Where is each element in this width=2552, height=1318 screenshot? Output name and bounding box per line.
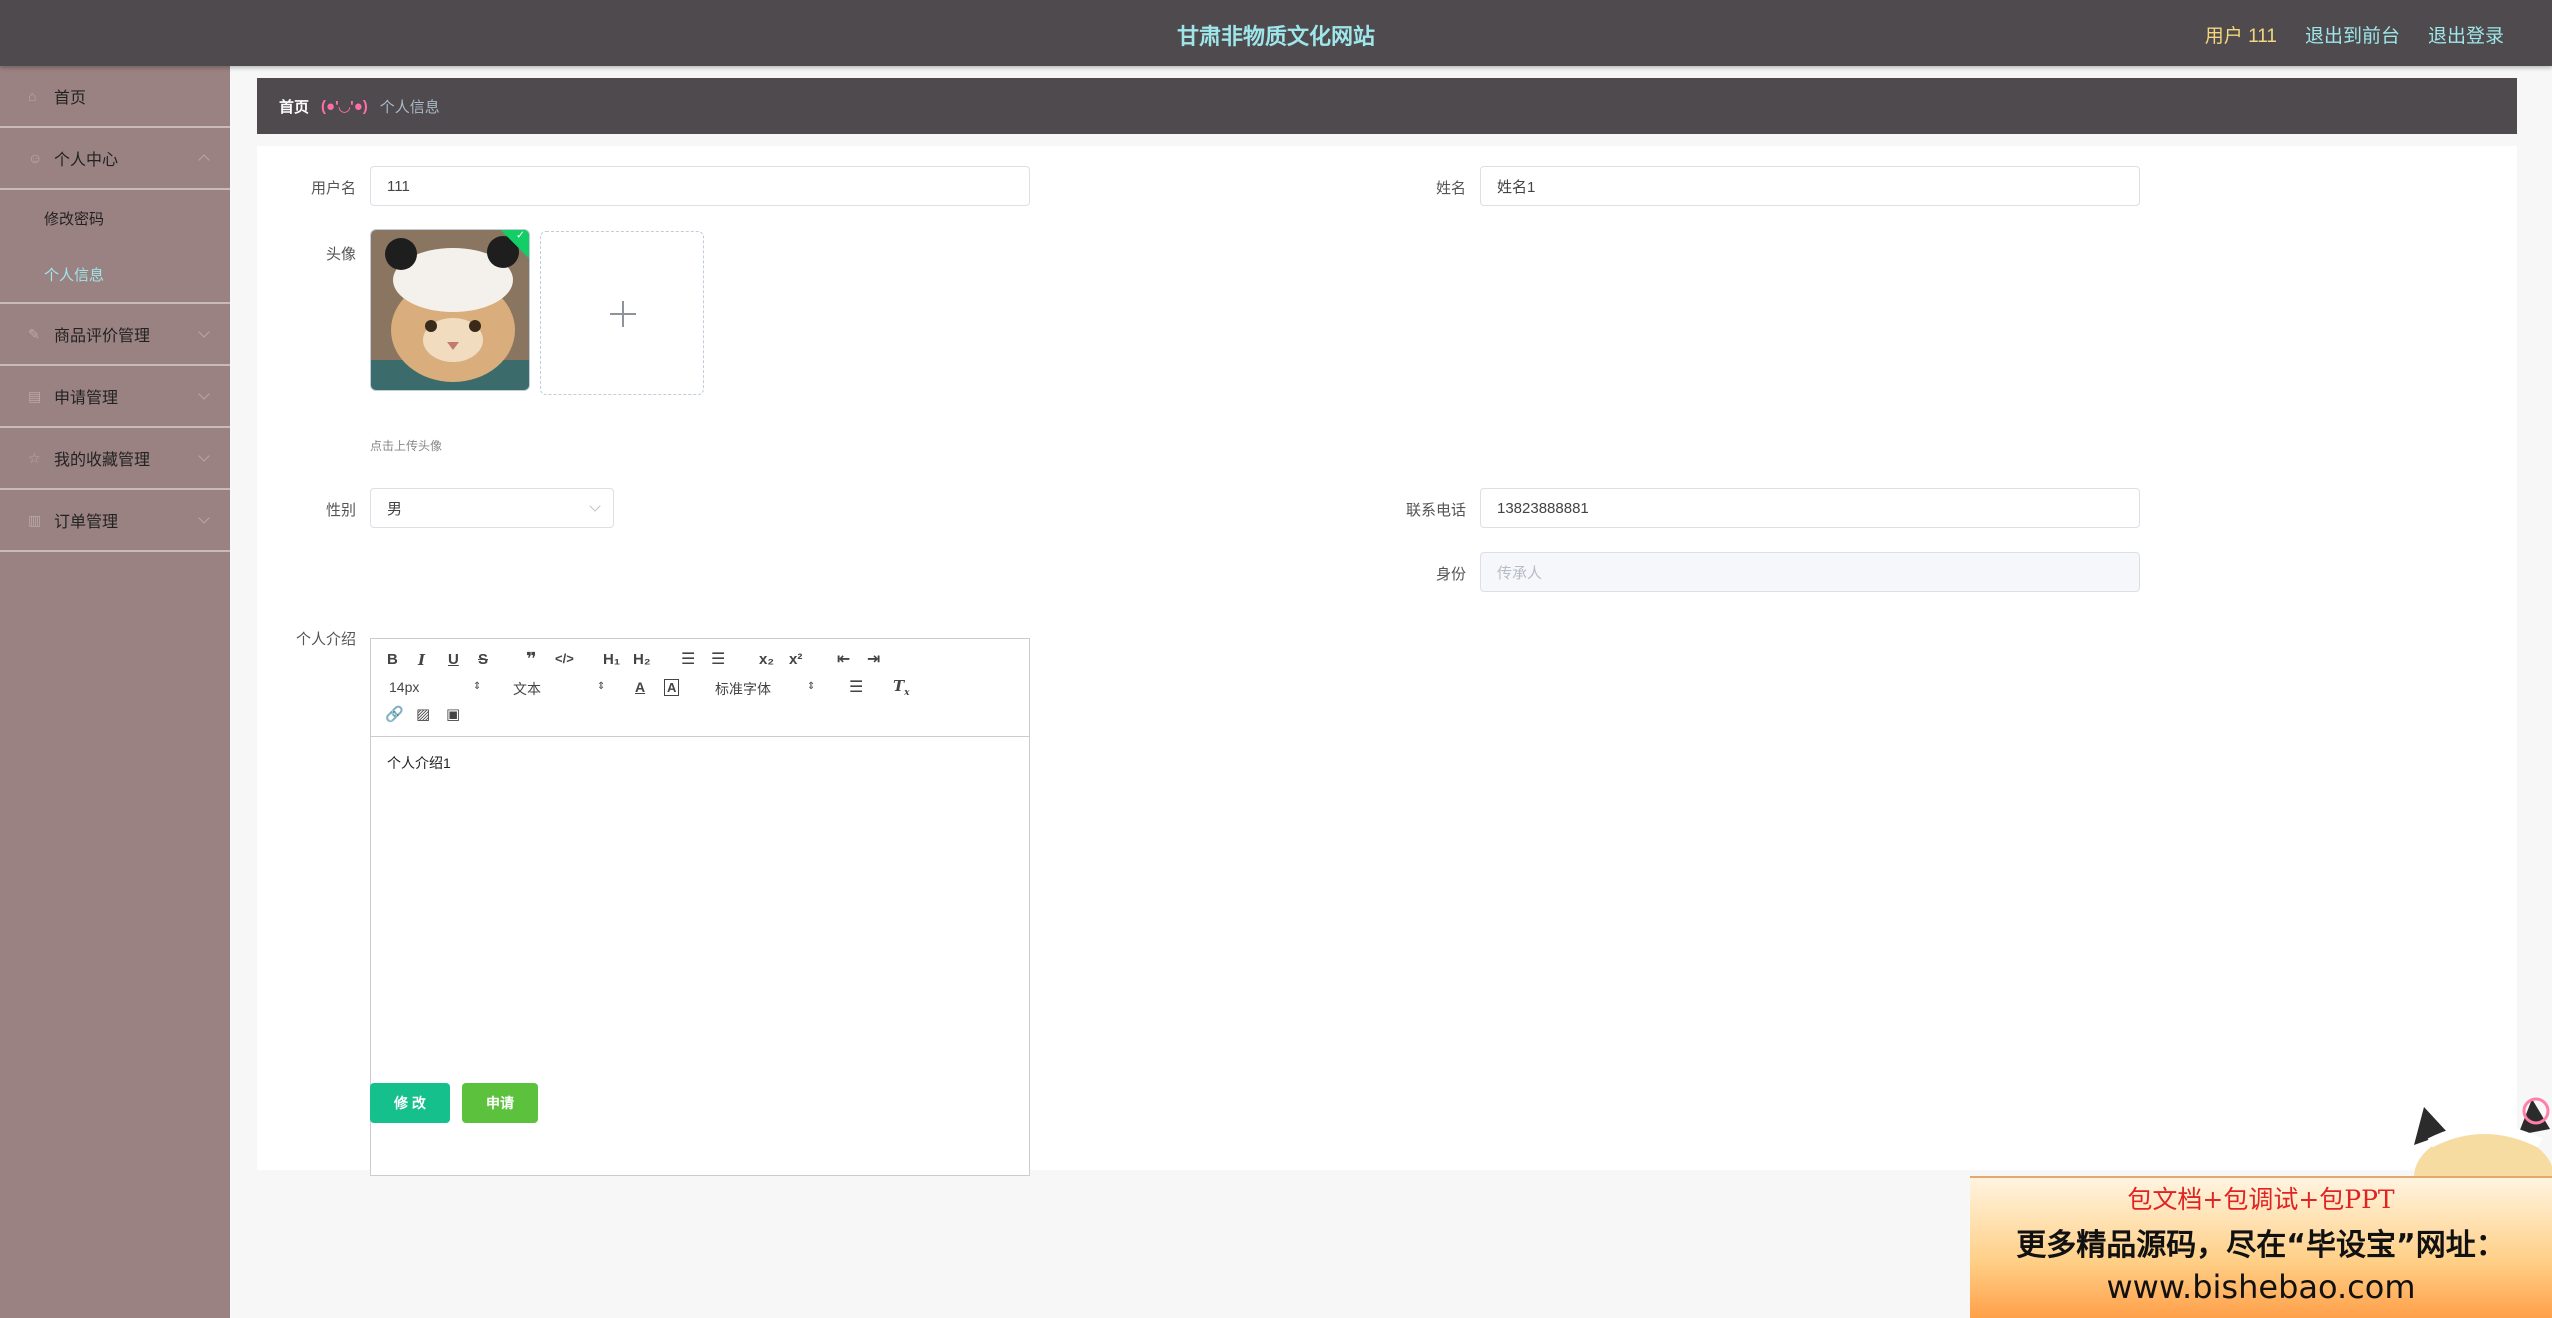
link-icon[interactable]: 🔗 xyxy=(385,705,404,723)
avatar-label: 头像 xyxy=(325,246,356,263)
heading2-button[interactable]: H₂ xyxy=(633,651,651,668)
chat-icon: ✎ xyxy=(28,326,40,342)
edit-button[interactable]: 修 改 xyxy=(370,1083,450,1123)
indent-icon[interactable]: ⇥ xyxy=(867,649,880,669)
clear-format-icon[interactable]: Tx xyxy=(893,677,910,698)
superscript-button[interactable]: x² xyxy=(789,651,802,668)
updown-icon: ⇕ xyxy=(807,681,816,692)
sidebar-item-label: 我的收藏管理 xyxy=(54,452,151,469)
top-header: 甘肃非物质文化网站 用户 111 退出到前台 退出登录 xyxy=(0,0,2552,66)
top-nav: 用户 111 退出到前台 退出登录 xyxy=(2205,21,2504,48)
font-size-value: 14px xyxy=(389,679,420,695)
username-label: 用户名 xyxy=(310,180,356,197)
breadcrumb: 首页 (●'◡'●) 个人信息 xyxy=(257,78,2517,134)
chevron-up-icon xyxy=(198,154,210,166)
chevron-down-icon xyxy=(198,388,210,400)
upload-tip: 点击上传头像 xyxy=(370,439,443,453)
avatar-image[interactable]: ✓ xyxy=(370,229,530,391)
phone-label: 联系电话 xyxy=(1405,502,1466,519)
sidebar-item-change-password[interactable]: 修改密码 xyxy=(0,190,230,246)
check-icon: ✓ xyxy=(515,229,526,242)
font-size-select[interactable]: 14px ⇕ xyxy=(389,679,485,695)
sidebar-item-personal-center[interactable]: ☺ 个人中心 xyxy=(0,128,230,190)
strikethrough-button[interactable]: S xyxy=(478,651,488,668)
bold-button[interactable]: B xyxy=(387,651,398,668)
outdent-icon[interactable]: ⇤ xyxy=(837,649,850,669)
background-color-button[interactable]: A xyxy=(664,679,680,696)
doc-icon: ▤ xyxy=(28,388,42,404)
home-icon: ⌂ xyxy=(28,88,37,104)
logout-link[interactable]: 退出登录 xyxy=(2428,21,2504,48)
sidebar-item-label: 商品评价管理 xyxy=(54,328,151,345)
gender-select-value: 男 xyxy=(387,500,403,518)
identity-input: 传承人 xyxy=(1480,552,2140,592)
promo-banner: 包文档+包调试+包PPT 更多精品源码，尽在“毕设宝”网址： www.bishe… xyxy=(1970,1176,2552,1318)
chart-icon: ▥ xyxy=(28,512,42,528)
sidebar-item-label: 个人中心 xyxy=(54,152,119,169)
sidebar: ⌂ 首页 ☺ 个人中心 修改密码 个人信息 ✎ 商品评价管理 ▤ 申请管理 ☆ … xyxy=(0,66,230,1318)
intro-label: 个人介绍 xyxy=(295,631,356,648)
apply-button[interactable]: 申请 xyxy=(462,1083,538,1123)
heading-select[interactable]: 文本 ⇕ xyxy=(513,679,609,699)
promo-url[interactable]: www.bishebao.com xyxy=(1970,1268,2552,1306)
editor-toolbar: B I U S ❞ </> H₁ H₂ ☰ ☰ x₂ x² ⇤ ⇥ 14px ⇕… xyxy=(371,639,1029,737)
avatar-upload-button[interactable] xyxy=(540,231,704,395)
heading-value: 文本 xyxy=(513,681,541,697)
sidebar-item-review-management[interactable]: ✎ 商品评价管理 xyxy=(0,304,230,366)
promo-line2: 更多精品源码，尽在“毕设宝”网址： xyxy=(2016,1228,2506,1263)
image-icon[interactable]: ▨ xyxy=(416,705,430,723)
sidebar-item-home[interactable]: ⌂ 首页 xyxy=(0,66,230,128)
subscript-button[interactable]: x₂ xyxy=(759,651,774,668)
bullet-list-button[interactable]: ☰ xyxy=(711,649,725,669)
font-family-select[interactable]: 标准字体 ⇕ xyxy=(715,679,819,699)
video-icon[interactable]: ▣ xyxy=(446,705,460,723)
blockquote-button[interactable]: ❞ xyxy=(526,649,537,670)
sidebar-item-personal-info[interactable]: 个人信息 xyxy=(0,246,230,302)
site-title: 甘肃非物质文化网站 xyxy=(1176,24,1375,49)
sidebar-item-order-management[interactable]: ▥ 订单管理 xyxy=(0,490,230,552)
sidebar-item-application-management[interactable]: ▤ 申请管理 xyxy=(0,366,230,428)
identity-label: 身份 xyxy=(1435,566,1466,583)
font-family-value: 标准字体 xyxy=(715,681,771,697)
breadcrumb-separator: (●'◡'●) xyxy=(321,98,368,115)
username-input[interactable]: 111 xyxy=(370,166,1030,206)
heading1-button[interactable]: H₁ xyxy=(603,651,620,668)
gender-label: 性别 xyxy=(325,502,356,519)
mascot-illustration xyxy=(2414,1097,2552,1180)
name-label: 姓名 xyxy=(1435,180,1466,197)
chevron-down-icon xyxy=(198,326,210,338)
chevron-down-icon xyxy=(198,512,210,524)
chevron-down-icon xyxy=(589,500,601,512)
cat-avatar-picture xyxy=(371,230,529,390)
name-input[interactable]: 姓名1 xyxy=(1480,166,2140,206)
sidebar-item-label: 首页 xyxy=(54,90,87,107)
code-block-button[interactable]: </> xyxy=(555,651,574,666)
sidebar-submenu: 修改密码 个人信息 xyxy=(0,190,230,304)
updown-icon: ⇕ xyxy=(473,681,482,692)
plus-icon-vertical xyxy=(622,301,624,327)
sidebar-item-label: 申请管理 xyxy=(54,390,119,407)
font-color-button[interactable]: A xyxy=(635,679,645,695)
align-icon[interactable]: ☰ xyxy=(849,677,863,697)
breadcrumb-home[interactable]: 首页 xyxy=(279,96,309,117)
back-to-frontend-link[interactable]: 退出到前台 xyxy=(2305,21,2400,48)
star-icon: ☆ xyxy=(28,450,41,466)
sidebar-item-favorites-management[interactable]: ☆ 我的收藏管理 xyxy=(0,428,230,490)
phone-input[interactable]: 13823888881 xyxy=(1480,488,2140,528)
current-user-label: 用户 111 xyxy=(2204,26,2277,47)
underline-button[interactable]: U xyxy=(448,651,459,668)
user-icon: ☺ xyxy=(28,150,43,166)
ordered-list-button[interactable]: ☰ xyxy=(681,649,695,669)
updown-icon: ⇕ xyxy=(597,681,606,692)
italic-button[interactable]: I xyxy=(418,651,425,669)
gender-select[interactable]: 男 xyxy=(370,488,614,528)
promo-line1: 包文档+包调试+包PPT xyxy=(2127,1185,2395,1214)
chevron-down-icon xyxy=(198,450,210,462)
breadcrumb-current: 个人信息 xyxy=(379,98,440,116)
editor-content[interactable]: 个人介绍1 xyxy=(371,737,1029,789)
sidebar-item-label: 订单管理 xyxy=(54,514,119,531)
